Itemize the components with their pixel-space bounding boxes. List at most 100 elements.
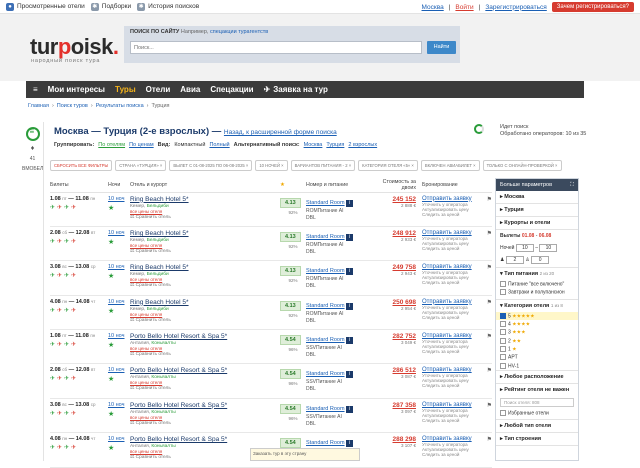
nav-my-interests[interactable]: Мои интересы — [48, 85, 105, 94]
info-icon[interactable]: i — [346, 440, 354, 448]
list-toggle-icon[interactable] — [25, 127, 40, 141]
flag-icon[interactable]: ⚑ — [487, 402, 492, 409]
flag-icon[interactable]: ⚑ — [487, 367, 492, 374]
flag-icon[interactable]: ⚑ — [487, 196, 492, 203]
checkbox[interactable] — [500, 312, 506, 319]
room-link[interactable]: Standard Room — [306, 303, 345, 309]
info-icon[interactable]: i — [346, 405, 354, 413]
category-section[interactable]: ▾ Категория отеля 1 из 8 — [496, 300, 578, 312]
rating-badge[interactable]: 4.13 — [280, 231, 301, 242]
checkbox[interactable] — [500, 345, 506, 352]
table-row[interactable]: 3.08 вс — 13.08 ср ✈✈✈✈ 10 ноч ★ Ring Beach … — [50, 260, 492, 296]
register-link[interactable]: Зарегистрироваться — [485, 4, 546, 11]
city-link[interactable]: Москва — [422, 4, 444, 11]
nav-special[interactable]: Спецакции — [210, 85, 253, 94]
price-link[interactable]: 286 512 — [393, 367, 417, 374]
nav-tours[interactable]: Туры — [115, 85, 136, 94]
rating-badge[interactable]: 4.54 — [280, 438, 301, 449]
checkbox[interactable] — [500, 281, 506, 287]
checkbox[interactable] — [500, 329, 506, 336]
price-link[interactable]: 282 752 — [393, 333, 417, 340]
all-prices-link[interactable]: все цены отеля — [130, 209, 162, 214]
send-request-link[interactable]: Отправить заявку — [422, 230, 472, 236]
hotel-link[interactable]: Ring Beach Hotel 5* — [130, 299, 189, 306]
info-icon[interactable]: i — [346, 199, 354, 207]
nights-link[interactable]: 10 ноч — [108, 299, 125, 305]
all-prices-link[interactable]: все цены отеля — [130, 277, 162, 282]
from-city-section[interactable]: ▸ Москва — [496, 191, 578, 204]
info-icon[interactable]: i — [346, 371, 354, 379]
hotel-link[interactable]: Ring Beach Hotel 5* — [130, 264, 189, 271]
checkbox[interactable] — [500, 289, 506, 296]
rating-badge[interactable]: 4.13 — [280, 266, 301, 277]
filter-chip[interactable]: ВАРИАНТОВ ПИТАНИЯ - 2 × — [290, 160, 356, 171]
price-link[interactable]: 248 912 — [393, 230, 417, 237]
picks-link[interactable]: ✱ Подборки — [90, 2, 131, 11]
category-option[interactable]: 3 ★★★ — [496, 328, 578, 336]
adults-select[interactable]: 2 — [505, 256, 524, 264]
compare-hotel[interactable]: ⚖ Сравнить отель — [130, 352, 280, 357]
popup-hint[interactable]: Заказать тур в эту страну — [250, 448, 360, 461]
search-history-link[interactable]: ✱ История поисков — [137, 2, 199, 11]
watch-price-link[interactable]: Следить за ценой — [422, 349, 492, 354]
meal-option[interactable]: Питание "все включено" — [496, 280, 578, 288]
menu-icon[interactable]: ≡ — [33, 85, 38, 94]
reset-filters-button[interactable]: СБРОСИТЬ ВСЕ ФИЛЬТРЫ — [50, 160, 113, 171]
bell-icon[interactable]: ♦ — [22, 145, 43, 152]
compare-hotel[interactable]: ⚖ Сравнить отель — [130, 283, 280, 288]
table-row[interactable]: 2.08 сб — 12.08 вт ✈✈✈✈ 10 ноч ★ Ring Beach … — [50, 226, 492, 262]
watch-price-link[interactable]: Следить за ценой — [422, 418, 492, 423]
nights-link[interactable]: 10 ноч — [108, 264, 125, 270]
info-icon[interactable]: i — [346, 302, 354, 310]
hotel-search-input[interactable]: Поиск отеля: 808 — [500, 397, 574, 407]
country-section[interactable]: ▸ Турция — [496, 204, 578, 217]
room-link[interactable]: Standard Room — [306, 406, 345, 412]
category-option[interactable]: 1 ★ — [496, 345, 578, 353]
nav-request[interactable]: ✈ Заявка на тур — [264, 85, 328, 94]
search-input[interactable] — [130, 41, 422, 54]
nights-link[interactable]: 10 ноч — [108, 367, 125, 373]
nav-hotels[interactable]: Отели — [146, 85, 171, 94]
why-register-button[interactable]: Зачем регистрироваться? — [551, 2, 634, 12]
building-section[interactable]: ▸ Тип строения — [496, 433, 578, 447]
watch-price-link[interactable]: Следить за ценой — [422, 452, 492, 457]
hotel-link[interactable]: Ring Beach Hotel 5* — [130, 230, 189, 237]
favorites-option[interactable]: Избранные отели — [496, 409, 578, 421]
hotel-link[interactable]: Porto Bello Hotel Resort & Spa 5* — [130, 436, 227, 443]
breadcrumb-tour-search[interactable]: Поиск туров — [57, 103, 88, 109]
nights-link[interactable]: 10 ноч — [108, 402, 125, 408]
filter-chip[interactable]: ТОЛЬКО С ОНЛАЙН-ПРОВЕРКОЙ × — [482, 160, 562, 171]
info-icon[interactable]: i — [346, 337, 354, 345]
meal-option[interactable]: Завтраки и полупансион — [496, 288, 578, 300]
hotel-link[interactable]: Porto Bello Hotel Resort & Spa 5* — [130, 333, 227, 340]
filter-chip[interactable]: 10 НОЧЕЙ × — [255, 160, 288, 171]
checkbox[interactable] — [500, 409, 506, 416]
rating-section[interactable]: ▸ Рейтинг отеля не важен — [496, 384, 578, 396]
watch-price-link[interactable]: Следить за ценой — [422, 246, 492, 251]
nights-link[interactable]: 10 ноч — [108, 196, 125, 202]
room-link[interactable]: Standard Room — [306, 371, 345, 377]
send-request-link[interactable]: Отправить заявку — [422, 196, 472, 202]
rating-badge[interactable]: 4.54 — [280, 369, 301, 380]
search-hint-link[interactable]: спецакции турагентств — [210, 29, 268, 35]
search-button[interactable]: Найти — [427, 41, 456, 54]
room-link[interactable]: Standard Room — [306, 200, 345, 206]
nights-from-select[interactable]: 10 — [515, 244, 534, 252]
all-prices-link[interactable]: все цены отеля — [130, 346, 162, 351]
breadcrumb-results[interactable]: Результаты поиска — [96, 103, 144, 109]
nav-avia[interactable]: Авиа — [180, 85, 200, 94]
room-link[interactable]: Standard Room — [306, 234, 345, 240]
filter-chip[interactable]: ВКЛЮЧЕН АВИАБИЛЕТ × — [420, 160, 480, 171]
flag-icon[interactable]: ⚑ — [487, 333, 492, 340]
watch-price-link[interactable]: Следить за ценой — [422, 383, 492, 388]
send-request-link[interactable]: Отправить заявку — [422, 299, 472, 305]
watch-price-link[interactable]: Следить за ценой — [422, 315, 492, 320]
hotel-link[interactable]: Porto Bello Hotel Resort & Spa 5* — [130, 367, 227, 374]
checkbox[interactable] — [500, 337, 506, 344]
table-row[interactable]: 4.08 пн — 14.08 чт ✈✈✈✈ 10 ноч ★ Ring Beach … — [50, 295, 492, 331]
expand-icon[interactable]: ⛶ — [570, 182, 574, 189]
meal-section[interactable]: ▾ Тип питания 2 из 20 — [496, 268, 578, 280]
nights-link[interactable]: 10 ноч — [108, 230, 125, 236]
price-link[interactable]: 245 152 — [393, 196, 417, 203]
compare-hotel[interactable]: ⚖ Сравнить отель — [130, 421, 280, 426]
